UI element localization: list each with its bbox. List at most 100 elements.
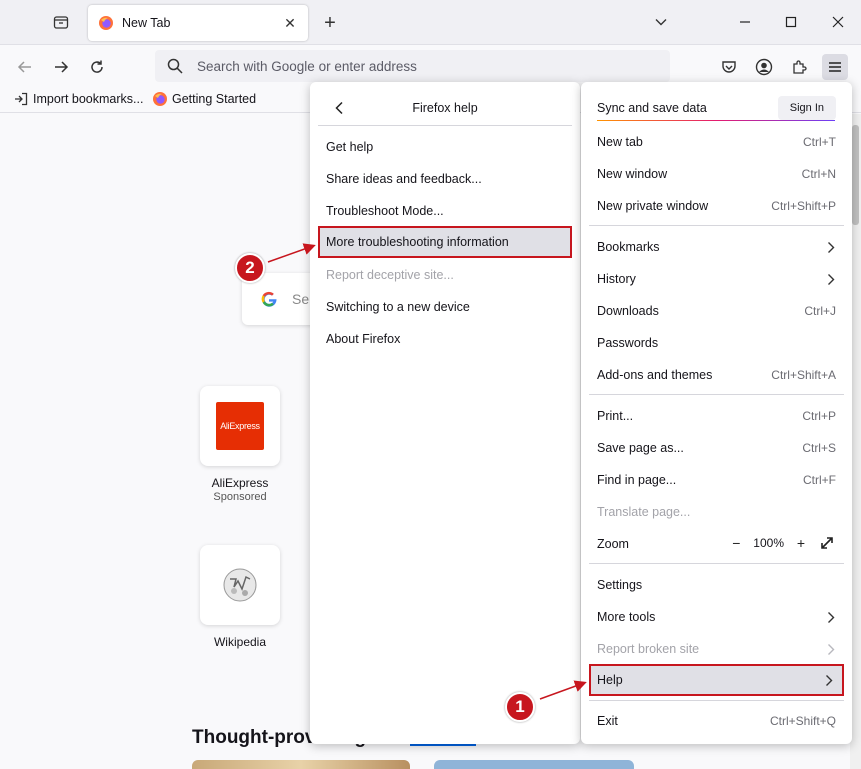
firefox-view-button[interactable] — [50, 11, 72, 33]
extensions-button[interactable] — [786, 54, 812, 80]
menu-item-shortcut: Ctrl+Shift+Q — [769, 714, 836, 728]
menu-item-label: Report broken site — [597, 642, 700, 656]
tab-title: New Tab — [122, 16, 171, 30]
menu-item-new-private-window[interactable]: New private window Ctrl+Shift+P — [589, 192, 844, 220]
menu-item-label: Settings — [597, 578, 643, 592]
menu-item-passwords[interactable]: Passwords — [589, 329, 844, 357]
bookmark-import[interactable]: Import bookmarks... — [13, 91, 143, 107]
menu-item-addons[interactable]: Add-ons and themes Ctrl+Shift+A — [589, 361, 844, 389]
menu-item-label: New window — [597, 167, 668, 181]
menu-item-label: About Firefox — [326, 332, 401, 346]
address-placeholder: Search with Google or enter address — [197, 58, 417, 74]
menu-item-label: Report deceptive site... — [326, 268, 454, 282]
menu-item-shortcut: Ctrl+P — [802, 409, 836, 423]
aliexpress-logo: AliExpress — [216, 402, 264, 450]
menu-item-shortcut: Ctrl+J — [804, 304, 836, 318]
stories-link-underline[interactable] — [410, 744, 476, 746]
zoom-level[interactable]: 100% — [753, 536, 784, 550]
menu-item-downloads[interactable]: Downloads Ctrl+J — [589, 297, 844, 325]
story-thumbnail[interactable] — [192, 760, 410, 769]
zoom-in-button[interactable]: + — [792, 534, 810, 552]
new-tab-button[interactable]: + — [318, 11, 342, 35]
account-button[interactable] — [751, 54, 777, 80]
menu-item-history[interactable]: History — [589, 265, 844, 293]
help-item-about-firefox[interactable]: About Firefox — [318, 325, 572, 353]
minimize-button[interactable] — [733, 10, 757, 34]
scrollbar-thumb[interactable] — [852, 125, 859, 225]
menu-item-exit[interactable]: Exit Ctrl+Shift+Q — [589, 707, 844, 735]
menu-item-label: Save page as... — [597, 441, 684, 455]
account-icon — [755, 58, 773, 76]
back-button[interactable] — [330, 98, 350, 118]
chevron-down-icon — [655, 19, 667, 26]
menu-item-save-page[interactable]: Save page as... Ctrl+S — [589, 434, 844, 462]
help-panel-header: Firefox help — [318, 90, 572, 126]
sign-in-button[interactable]: Sign In — [777, 96, 836, 120]
help-item-share-feedback[interactable]: Share ideas and feedback... — [318, 165, 572, 193]
menu-item-report-broken-site: Report broken site — [589, 635, 844, 663]
menu-item-print[interactable]: Print... Ctrl+P — [589, 402, 844, 430]
help-item-more-troubleshooting[interactable]: More troubleshooting information — [318, 226, 572, 258]
shortcut-aliexpress[interactable]: AliExpress — [200, 386, 280, 466]
separator — [589, 225, 844, 226]
menu-item-label: Switching to a new device — [326, 300, 470, 314]
sync-divider — [597, 120, 835, 121]
menu-item-label: Passwords — [597, 336, 659, 350]
list-all-tabs-button[interactable] — [649, 10, 673, 34]
pocket-button[interactable] — [716, 54, 742, 80]
help-item-switching-device[interactable]: Switching to a new device — [318, 293, 572, 321]
zoom-controls: − 100% + — [727, 534, 836, 552]
menu-item-shortcut: Ctrl+Shift+P — [771, 199, 836, 213]
reload-button[interactable] — [84, 54, 110, 80]
menu-item-new-window[interactable]: New window Ctrl+N — [589, 160, 844, 188]
menu-item-label: History — [597, 272, 636, 286]
firefox-icon — [152, 91, 168, 107]
menu-item-label: Share ideas and feedback... — [326, 172, 482, 186]
firefox-help-panel: Firefox help Get help Share ideas and fe… — [310, 82, 580, 744]
menu-item-bookmarks[interactable]: Bookmarks — [589, 233, 844, 261]
chevron-right-icon — [824, 641, 838, 657]
app-menu-panel: Sync and save data Sign In New tab Ctrl+T… — [581, 82, 852, 744]
menu-item-label: Troubleshoot Mode... — [326, 204, 444, 218]
menu-item-label: New private window — [597, 199, 709, 213]
reload-icon — [91, 60, 103, 73]
menu-item-new-tab[interactable]: New tab Ctrl+T — [589, 128, 844, 156]
menu-item-settings[interactable]: Settings — [589, 571, 844, 599]
menu-item-find-in-page[interactable]: Find in page... Ctrl+F — [589, 466, 844, 494]
bookmark-getting-started[interactable]: Getting Started — [152, 91, 256, 107]
firefox-icon — [98, 15, 114, 31]
arrow-left-icon — [17, 61, 31, 73]
shortcut-wikipedia[interactable] — [200, 545, 280, 625]
menu-item-translate-page: Translate page... — [589, 498, 844, 526]
story-thumbnail[interactable] — [434, 760, 634, 769]
forward-button[interactable] — [48, 54, 74, 80]
address-bar[interactable]: Search with Google or enter address — [155, 50, 670, 82]
menu-item-label: Add-ons and themes — [597, 368, 713, 382]
navigation-toolbar: Search with Google or enter address — [0, 45, 861, 87]
back-button[interactable] — [12, 54, 38, 80]
import-icon — [13, 91, 29, 107]
page-search-placeholder: Se — [292, 291, 310, 307]
menu-item-help[interactable]: Help — [589, 664, 844, 696]
help-item-get-help[interactable]: Get help — [318, 133, 572, 161]
app-menu-button[interactable] — [822, 54, 848, 80]
zoom-out-button[interactable]: − — [727, 534, 745, 552]
help-item-troubleshoot-mode[interactable]: Troubleshoot Mode... — [318, 197, 572, 225]
menu-item-label: Get help — [326, 140, 374, 154]
tab-new-tab[interactable]: New Tab ✕ — [88, 5, 308, 41]
annotation-badge-2: 2 — [235, 253, 265, 283]
menu-item-more-tools[interactable]: More tools — [589, 603, 844, 631]
chevron-right-icon — [824, 239, 838, 255]
close-window-button[interactable] — [826, 10, 850, 34]
close-tab-icon[interactable]: ✕ — [282, 15, 298, 31]
fullscreen-icon[interactable] — [818, 534, 836, 552]
firefox-view-icon — [53, 16, 69, 29]
menu-item-label: Zoom — [597, 537, 629, 551]
chevron-right-icon — [824, 271, 838, 287]
menu-item-label: Help — [597, 673, 623, 687]
chevron-right-icon — [824, 609, 838, 625]
menu-item-label: Downloads — [597, 304, 659, 318]
hamburger-icon — [829, 62, 841, 72]
maximize-button[interactable] — [779, 10, 803, 34]
tab-strip: New Tab ✕ + — [0, 0, 861, 45]
